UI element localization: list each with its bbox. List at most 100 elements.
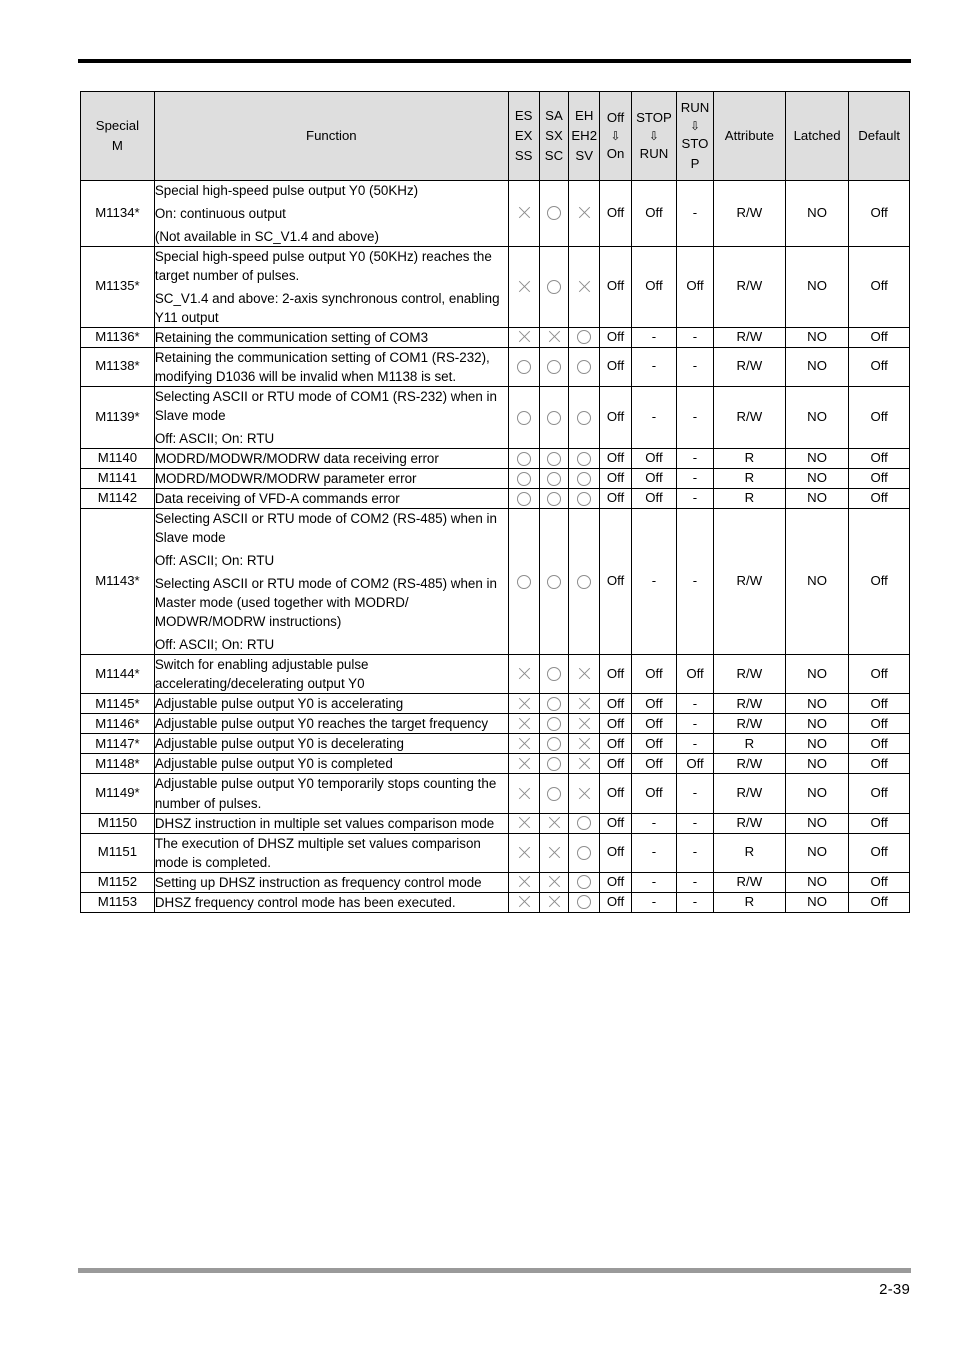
function-paragraph: (Not available in SC_V1.4 and above): [154, 228, 379, 244]
table-row: M1144* Switch for enabling adjustable pul…: [80, 654, 910, 695]
down-arrow-icon: ⇩: [689, 118, 701, 133]
support-sa-series: [538, 245, 570, 328]
circle-mark-icon: [577, 410, 592, 425]
state-run-to-stop: -: [676, 346, 714, 387]
support-sa-series: [538, 713, 570, 735]
latched-value: NO: [784, 871, 850, 893]
special-m-name: M1146*: [80, 713, 155, 735]
state-off-to-on: Off: [599, 447, 632, 470]
state-run-to-stop: -: [676, 447, 714, 470]
function-paragraph: Data receiving of VFD-A commands error: [154, 491, 400, 507]
support-es-series: [507, 385, 540, 449]
cross-mark-icon: [517, 895, 531, 909]
function-description: Adjustable pulse output Y0 reaches the t…: [153, 713, 509, 735]
header-special-line1: Special: [95, 117, 140, 133]
function-description: Selecting ASCII or RTU mode of COM2 (RS-…: [153, 508, 509, 656]
circle-mark-icon: [577, 574, 592, 589]
function-paragraph: Special high-speed pulse output Y0 (50KH…: [154, 182, 419, 198]
special-m-name: M1153: [80, 891, 155, 913]
header-eh-line3: SV: [575, 147, 593, 163]
column-header-off-to-on: Off ⇩ On: [599, 91, 632, 181]
state-stop-to-run: Off: [630, 713, 678, 735]
circle-mark-icon: [546, 471, 561, 486]
table-row: M1140 MODRD/MODWR/MODRW data receiving er…: [80, 447, 910, 470]
function-paragraph: Special high-speed pulse output Y0 (50KH…: [154, 248, 492, 283]
state-off-to-on: Off: [599, 508, 632, 656]
special-m-name: M1148*: [80, 753, 155, 775]
special-m-name: M1135*: [80, 245, 155, 328]
function-description: DHSZ frequency control mode has been exe…: [153, 891, 509, 913]
state-stop-to-run: -: [630, 891, 678, 913]
support-es-series: [507, 447, 540, 470]
function-description: Special high-speed pulse output Y0 (50KH…: [153, 179, 509, 247]
special-m-name: M1150: [80, 812, 155, 834]
state-run-to-stop: -: [676, 326, 714, 348]
state-off-to-on: Off: [599, 891, 632, 913]
column-header-attribute: Attribute: [712, 91, 786, 181]
support-eh-series: [568, 891, 601, 913]
support-es-series: [507, 733, 540, 755]
state-off-to-on: Off: [599, 468, 632, 490]
function-paragraph: On: continuous output: [154, 205, 286, 221]
circle-mark-icon: [546, 206, 561, 221]
support-es-series: [507, 812, 540, 834]
support-eh-series: [568, 654, 601, 695]
circle-mark-icon: [577, 845, 592, 860]
function-paragraph: Off: ASCII; On: RTU: [154, 637, 275, 653]
support-sa-series: [538, 508, 570, 656]
latched-value: NO: [784, 488, 850, 510]
special-m-table: Special M Function ES EX SS SA SX SC EH …: [80, 91, 910, 913]
default-value: Off: [848, 179, 910, 247]
circle-mark-icon: [546, 574, 561, 589]
header-stop-line2: P: [690, 155, 700, 171]
table-row: M1152 Setting up DHSZ instruction as freq…: [80, 871, 910, 893]
function-description: Special high-speed pulse output Y0 (50KH…: [153, 245, 509, 328]
function-description: Adjustable pulse output Y0 temporarily s…: [153, 773, 509, 814]
function-paragraph: DHSZ frequency control mode has been exe…: [154, 894, 456, 910]
table-row: M1147* Adjustable pulse output Y0 is dece…: [80, 733, 910, 755]
support-eh-series: [568, 871, 601, 893]
cross-mark-icon: [547, 846, 561, 860]
circle-mark-icon: [546, 279, 561, 294]
circle-mark-icon: [577, 451, 592, 466]
special-m-name: M1136*: [80, 326, 155, 348]
default-value: Off: [848, 871, 910, 893]
state-run-to-stop: -: [676, 733, 714, 755]
state-off-to-on: Off: [599, 753, 632, 775]
support-eh-series: [568, 179, 601, 247]
header-special-line2: M: [111, 137, 123, 153]
function-paragraph: Retaining the communication setting of C…: [154, 329, 429, 345]
column-header-es-group: ES EX SS: [507, 91, 540, 181]
state-stop-to-run: Off: [630, 245, 678, 328]
cross-mark-icon: [517, 787, 531, 801]
state-stop-to-run: -: [630, 871, 678, 893]
latched-value: NO: [784, 832, 850, 873]
header-sa-line3: SC: [544, 147, 564, 163]
circle-mark-icon: [577, 330, 592, 345]
cross-mark-icon: [517, 737, 531, 751]
column-header-stop-to-run: STOP ⇩ RUN: [630, 91, 678, 181]
support-es-series: [507, 654, 540, 695]
state-run-to-stop: -: [676, 468, 714, 490]
state-stop-to-run: -: [630, 326, 678, 348]
attribute-value: R/W: [712, 693, 786, 715]
latched-value: NO: [784, 713, 850, 735]
header-run-label: RUN: [680, 100, 710, 115]
function-paragraph: Off: ASCII; On: RTU: [154, 430, 275, 446]
function-paragraph: Setting up DHSZ instruction as frequency…: [154, 874, 482, 890]
function-paragraph: Adjustable pulse output Y0 temporarily s…: [154, 776, 497, 811]
header-eh-line2: EH2: [571, 127, 598, 143]
special-m-name: M1143*: [80, 508, 155, 656]
cross-mark-icon: [547, 816, 561, 830]
function-description: Adjustable pulse output Y0 is accelerati…: [153, 693, 509, 715]
cross-mark-icon: [517, 206, 531, 220]
special-m-name: M1147*: [80, 733, 155, 755]
circle-mark-icon: [516, 471, 531, 486]
default-value: Off: [848, 713, 910, 735]
cross-mark-icon: [577, 757, 591, 771]
column-header-function: Function: [153, 91, 509, 181]
special-m-name: M1145*: [80, 693, 155, 715]
attribute-value: R/W: [712, 753, 786, 775]
state-off-to-on: Off: [599, 773, 632, 814]
column-header-default: Default: [848, 91, 910, 181]
